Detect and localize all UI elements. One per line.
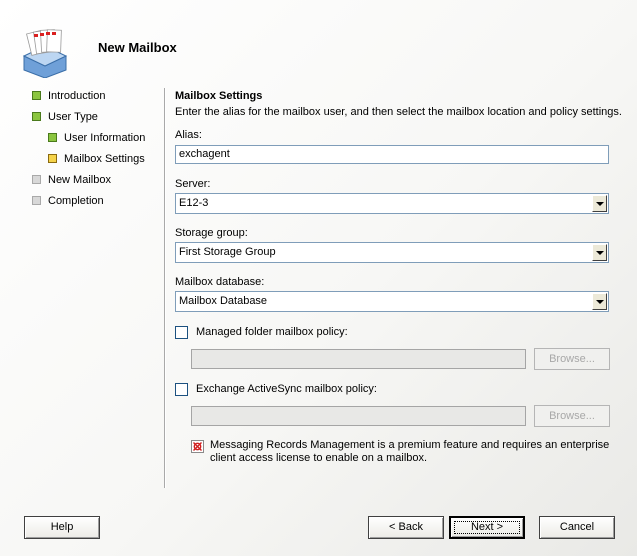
wizard-title: New Mailbox [98,40,177,55]
mailbox-database-select[interactable]: Mailbox Database [175,291,609,312]
next-button[interactable]: Next > [449,516,525,539]
server-selected-value: E12-3 [179,197,209,209]
premium-feature-note: Messaging Records Management is a premiu… [210,439,610,464]
wizard-background [0,0,637,556]
back-button[interactable]: < Back [368,516,444,539]
premium-feature-icon [191,440,204,453]
mailbox-database-label: Mailbox database: [175,276,265,288]
managed-folder-browse-button: Browse... [534,348,610,370]
activesync-policy-label[interactable]: Exchange ActiveSync mailbox policy: [196,383,377,395]
chevron-down-icon[interactable] [592,195,607,212]
section-title: Mailbox Settings [175,90,263,102]
activesync-policy-checkbox[interactable] [175,383,188,396]
activesync-browse-button: Browse... [534,405,610,427]
server-label: Server: [175,178,211,190]
managed-folder-policy-checkbox[interactable] [175,326,188,339]
step-completed-icon [32,112,41,121]
step-completed-icon [32,91,41,100]
server-select[interactable]: E12-3 [175,193,609,214]
step-pending-icon [32,196,41,205]
storage-group-select[interactable]: First Storage Group [175,242,609,263]
chevron-down-icon[interactable] [592,293,607,310]
storage-group-label: Storage group: [175,227,248,239]
nav-divider [164,88,166,488]
activesync-policy-field [191,406,526,426]
cancel-button[interactable]: Cancel [539,516,615,539]
mailbox-database-selected-value: Mailbox Database [179,295,268,307]
alias-label: Alias: [175,129,202,141]
managed-folder-policy-label[interactable]: Managed folder mailbox policy: [196,326,348,338]
help-button[interactable]: Help [24,516,100,539]
managed-folder-policy-field [191,349,526,369]
step-current-icon [48,154,57,163]
alias-input[interactable]: exchagent [175,145,609,164]
mailbox-stack-icon [20,26,70,79]
chevron-down-icon[interactable] [592,244,607,261]
step-pending-icon [32,175,41,184]
storage-group-selected-value: First Storage Group [179,246,276,258]
section-description: Enter the alias for the mailbox user, an… [175,106,622,118]
step-completed-icon [48,133,57,142]
